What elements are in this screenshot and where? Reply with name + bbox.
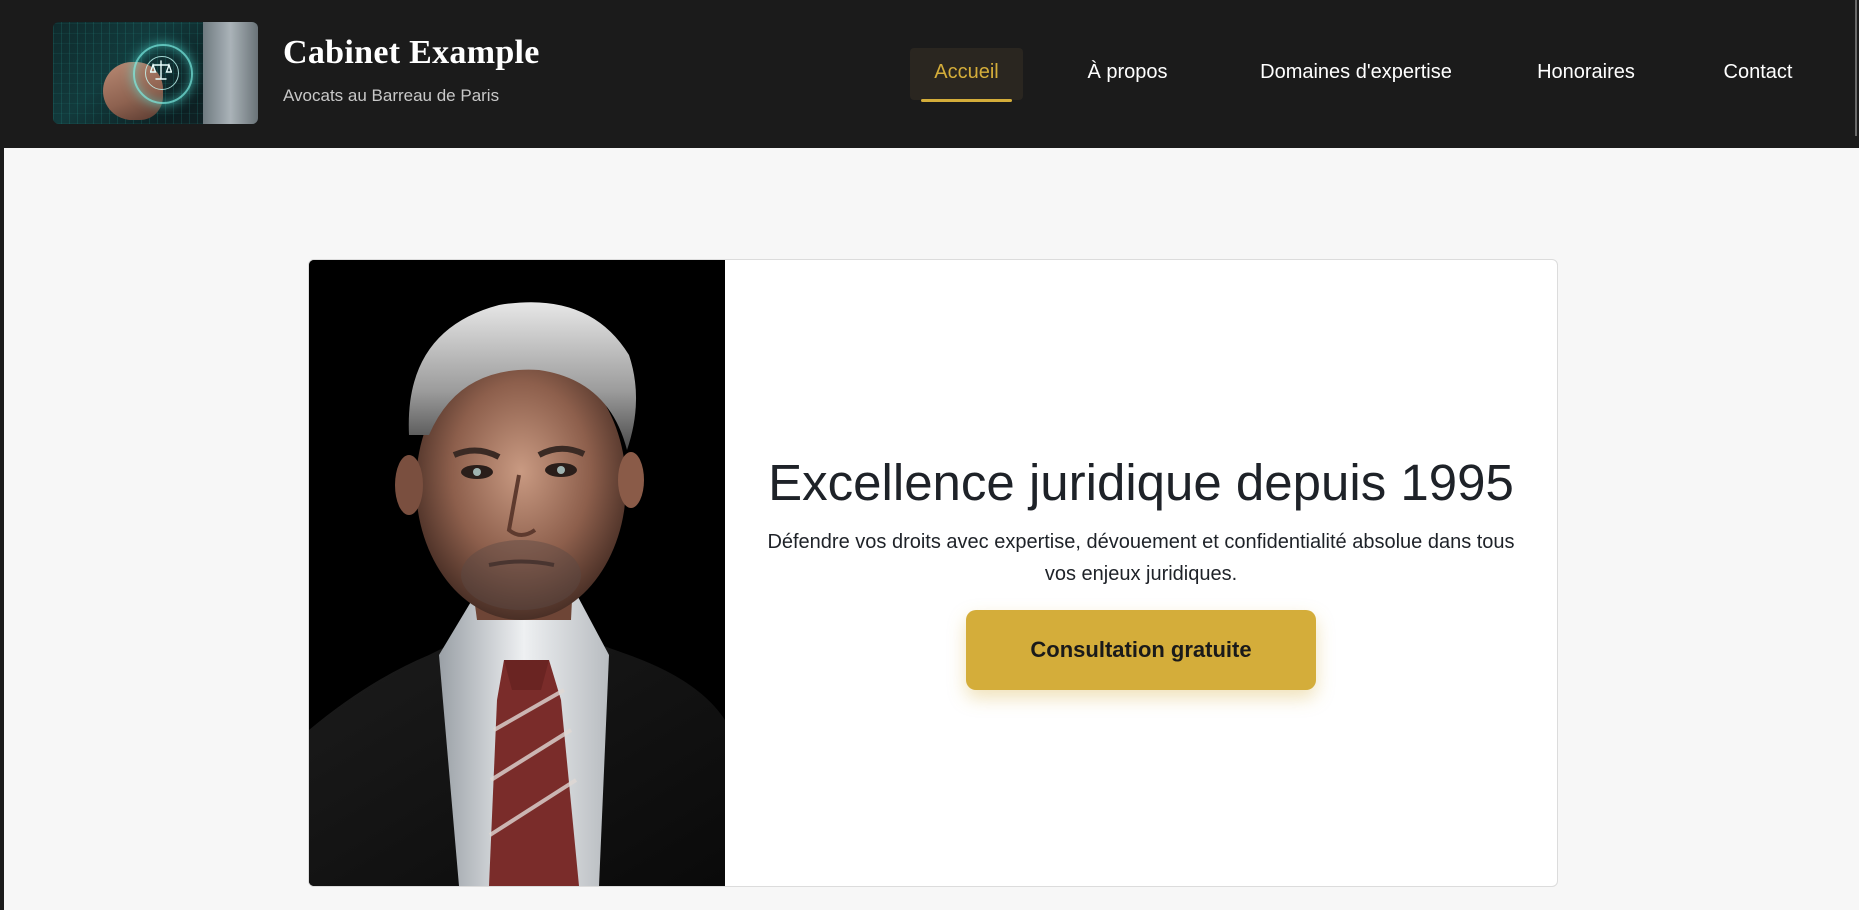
portrait-illustration [309,260,725,886]
nav-item-contact[interactable]: Contact [1707,48,1809,100]
nav-item-label: Domaines d'expertise [1260,61,1452,83]
active-underline [921,99,1012,102]
nav-item-honoraires[interactable]: Honoraires [1523,48,1649,100]
hero-portrait-image [309,260,725,886]
brand-subtitle: Avocats au Barreau de Paris [283,86,500,105]
consultation-button[interactable]: Consultation gratuite [966,610,1316,690]
nav-item-accueil[interactable]: Accueil [910,48,1023,102]
scales-of-justice-icon [150,60,172,80]
hero-content: Excellence juridique depuis 1995 Défendr… [725,260,1557,886]
nav-item-label: Contact [1723,61,1793,83]
hero-text: Défendre vos droits avec expertise, dévo… [767,531,1515,585]
hero-title: Excellence juridique depuis 1995 [768,454,1514,511]
page: Cabinet Example Avocats au Barreau de Pa… [0,0,1859,910]
nav-item-a-propos[interactable]: À propos [1070,48,1185,100]
scrollbar[interactable] [1855,0,1857,136]
logo-sleeve [203,22,258,124]
nav-item-domaines[interactable]: Domaines d'expertise [1240,48,1472,100]
site-header: Cabinet Example Avocats au Barreau de Pa… [4,0,1859,148]
nav-item-label: Honoraires [1537,61,1635,83]
hero-card: Excellence juridique depuis 1995 Défendr… [308,259,1558,887]
nav-item-label: À propos [1087,61,1168,83]
brand-title[interactable]: Cabinet Example [283,34,540,72]
logo[interactable] [53,22,258,124]
nav-item-label: Accueil [934,61,999,83]
